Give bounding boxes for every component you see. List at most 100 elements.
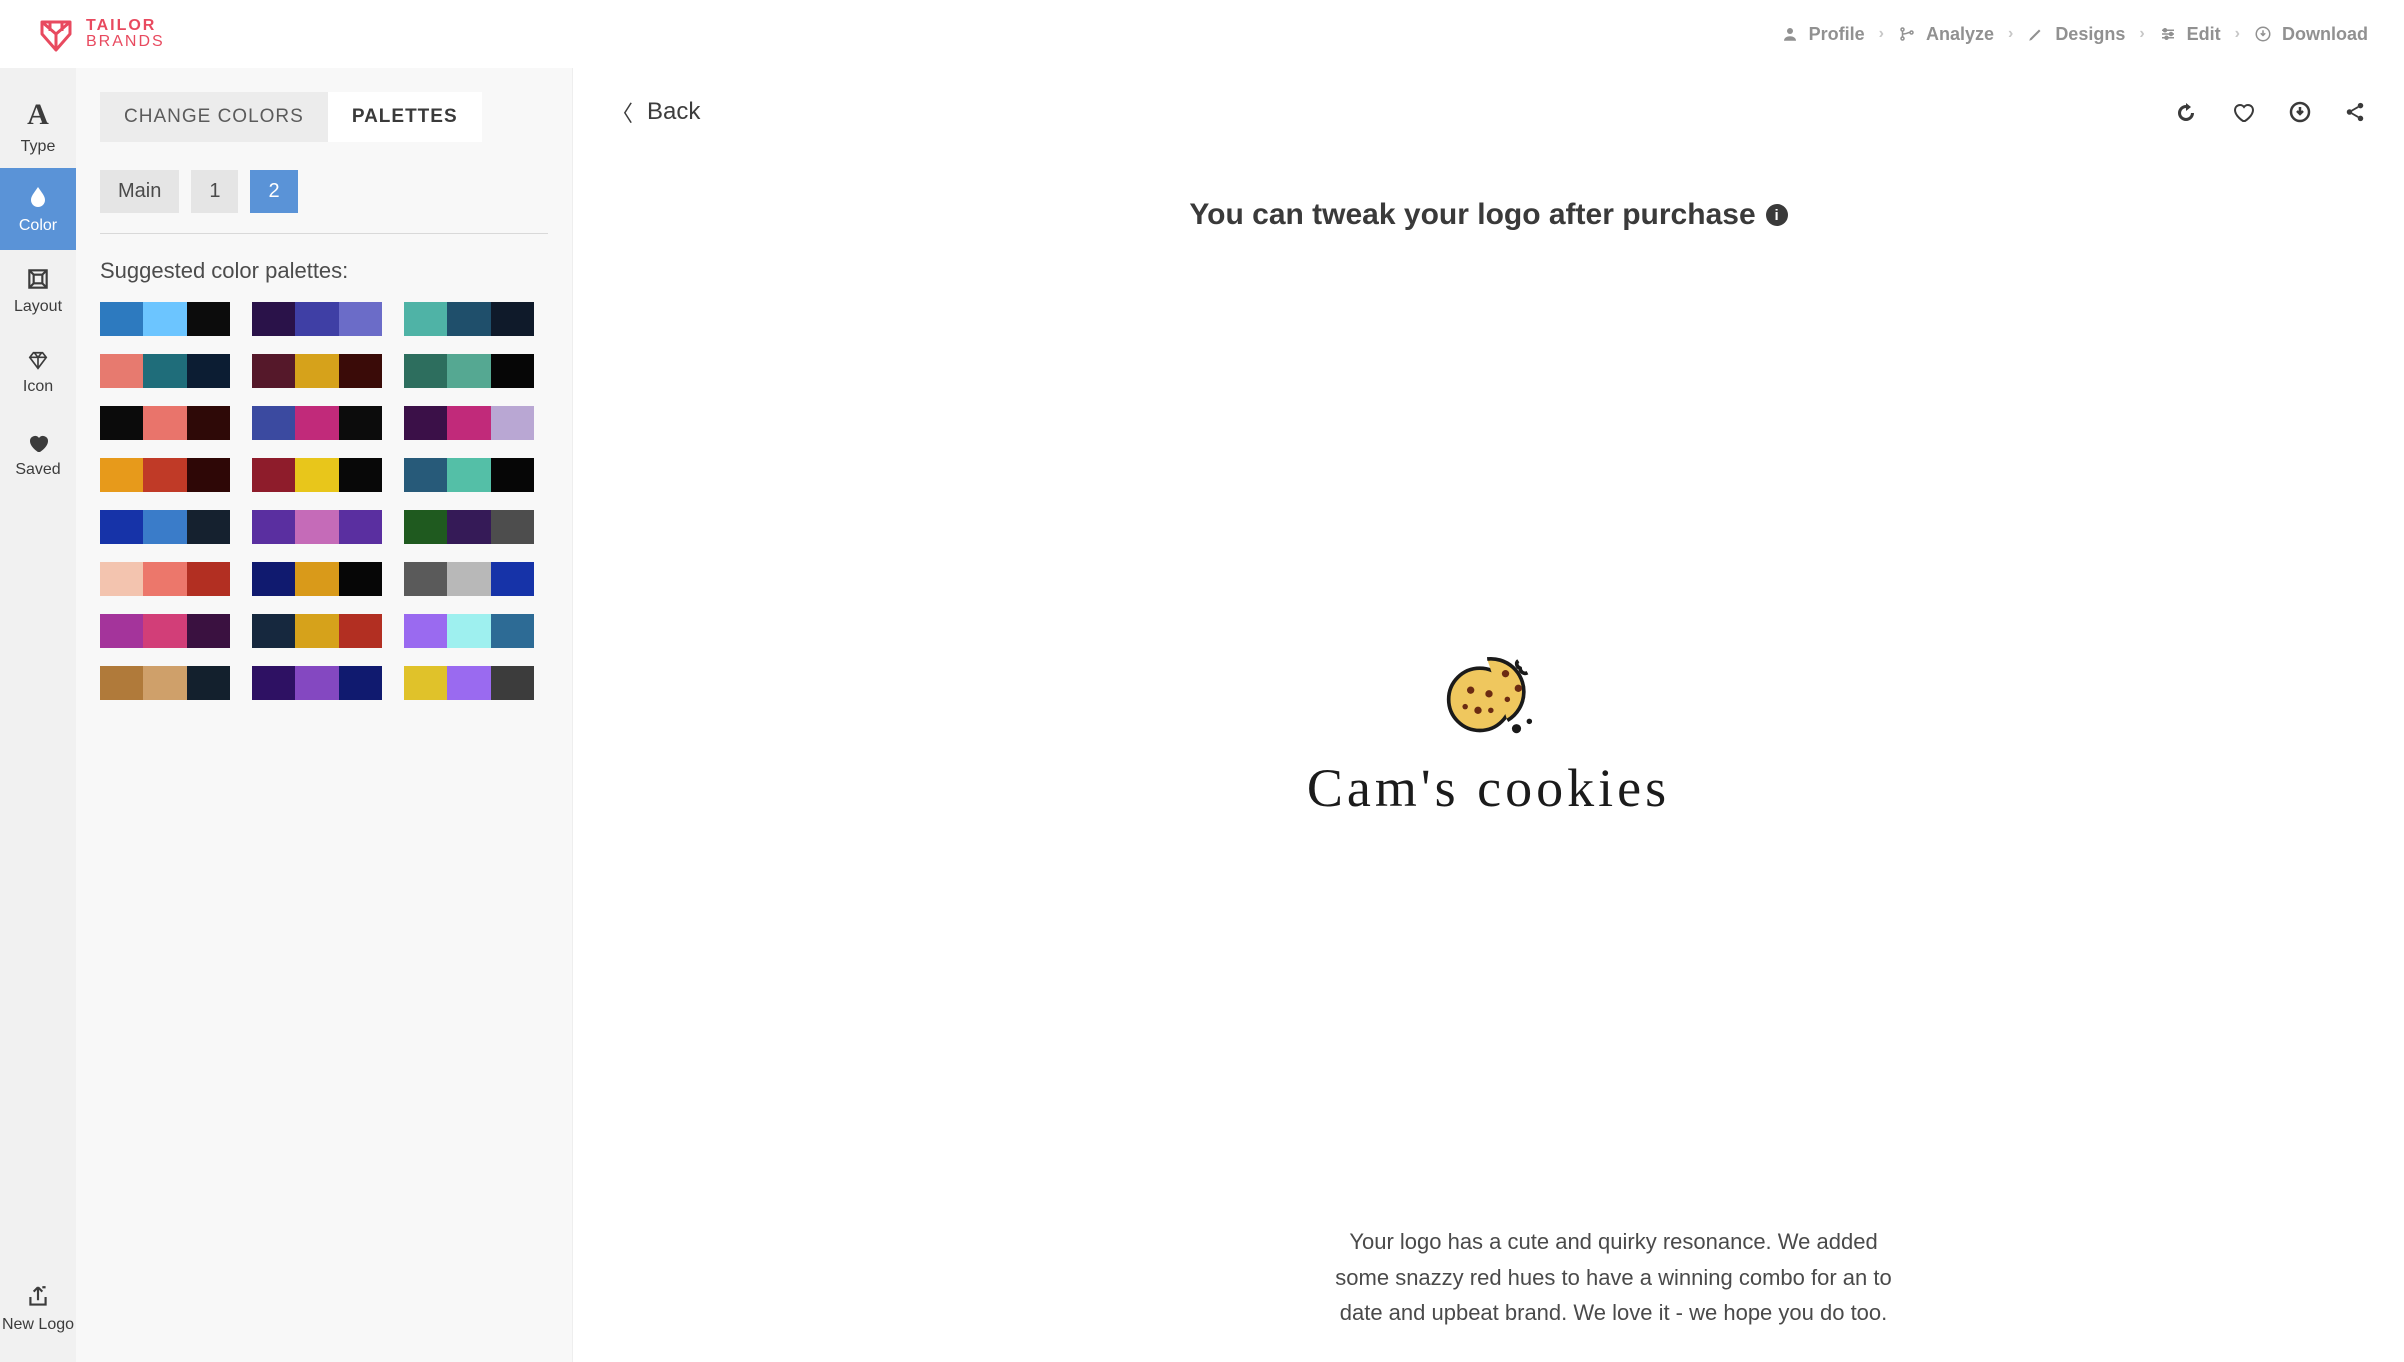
- rail-color[interactable]: Color: [0, 168, 76, 250]
- color-swatch: [187, 562, 230, 596]
- palette-swatch[interactable]: [404, 406, 534, 440]
- share-icon[interactable]: [2344, 101, 2366, 123]
- crumb-download[interactable]: Download: [2254, 24, 2368, 45]
- color-swatch: [491, 406, 534, 440]
- crumb-label: Designs: [2055, 24, 2125, 45]
- palette-swatch[interactable]: [404, 302, 534, 336]
- rail-label: Icon: [23, 378, 53, 396]
- color-swatch: [100, 302, 143, 336]
- color-swatch: [447, 666, 490, 700]
- palette-swatch[interactable]: [252, 562, 382, 596]
- logo-description: Your logo has a cute and quirky resonanc…: [1334, 1224, 1894, 1330]
- heart-icon: [25, 431, 51, 455]
- rail-label: Color: [19, 217, 57, 235]
- rail-label: Type: [21, 138, 56, 156]
- color-swatch: [295, 458, 338, 492]
- palette-swatch[interactable]: [252, 510, 382, 544]
- color-swatch: [339, 302, 382, 336]
- color-swatch: [404, 406, 447, 440]
- palette-swatch[interactable]: [252, 458, 382, 492]
- back-label: Back: [647, 98, 700, 126]
- color-swatch: [491, 666, 534, 700]
- rail-type[interactable]: A Type: [0, 86, 76, 168]
- drop-icon: [26, 183, 50, 211]
- palette-swatch[interactable]: [252, 406, 382, 440]
- crumb-designs[interactable]: Designs: [2027, 24, 2125, 45]
- palette-swatch[interactable]: [404, 458, 534, 492]
- palette-swatch[interactable]: [100, 302, 230, 336]
- rail-new-logo[interactable]: New Logo: [0, 1268, 76, 1350]
- color-swatch: [187, 354, 230, 388]
- chevron-right-icon: ›: [2139, 25, 2144, 43]
- headline-text: You can tweak your logo after purchase: [1189, 198, 1755, 232]
- palette-swatch[interactable]: [252, 302, 382, 336]
- palette-swatch[interactable]: [404, 510, 534, 544]
- preview-actions: [2174, 100, 2366, 124]
- palette-swatch[interactable]: [100, 666, 230, 700]
- brand-logo[interactable]: TAILOR BRANDS: [36, 14, 165, 54]
- palette-target-chips: Main 1 2: [100, 170, 548, 213]
- color-swatch: [187, 614, 230, 648]
- chip-main[interactable]: Main: [100, 170, 179, 213]
- palette-swatch[interactable]: [100, 510, 230, 544]
- color-swatch: [187, 406, 230, 440]
- suggested-title: Suggested color palettes:: [100, 258, 548, 284]
- crumb-edit[interactable]: Edit: [2159, 24, 2221, 45]
- preview-pane: 〈 Back You can tweak your logo after pur…: [573, 68, 2404, 1362]
- color-swatch: [100, 458, 143, 492]
- color-swatch: [339, 458, 382, 492]
- download-icon[interactable]: [2288, 100, 2312, 124]
- rail-saved[interactable]: Saved: [0, 414, 76, 496]
- crumb-label: Profile: [1809, 24, 1865, 45]
- tab-change-colors[interactable]: CHANGE COLORS: [100, 92, 328, 142]
- color-swatch: [252, 510, 295, 544]
- color-swatch: [447, 302, 490, 336]
- color-swatch: [143, 614, 186, 648]
- chip-1[interactable]: 1: [191, 170, 238, 213]
- brand-line2: BRANDS: [86, 34, 165, 50]
- color-swatch: [404, 510, 447, 544]
- color-swatch: [491, 614, 534, 648]
- color-swatch: [295, 302, 338, 336]
- color-swatch: [404, 302, 447, 336]
- palette-swatch[interactable]: [404, 614, 534, 648]
- color-swatch: [252, 562, 295, 596]
- palette-swatch[interactable]: [404, 354, 534, 388]
- color-swatch: [447, 510, 490, 544]
- top-bar: TAILOR BRANDS Profile › Analyze › Design…: [0, 0, 2404, 68]
- chevron-right-icon: ›: [2008, 25, 2013, 43]
- chip-2[interactable]: 2: [250, 170, 297, 213]
- heart-outline-icon[interactable]: [2230, 100, 2256, 124]
- palette-swatch[interactable]: [252, 666, 382, 700]
- palette-swatch[interactable]: [252, 614, 382, 648]
- color-swatch: [252, 458, 295, 492]
- color-swatch: [187, 510, 230, 544]
- crumb-analyze[interactable]: Analyze: [1898, 24, 1994, 45]
- palette-swatch[interactable]: [100, 562, 230, 596]
- color-swatch: [491, 510, 534, 544]
- color-swatch: [491, 354, 534, 388]
- palette-swatch[interactable]: [404, 562, 534, 596]
- color-swatch: [100, 406, 143, 440]
- layout-icon: [25, 266, 51, 292]
- palette-swatch[interactable]: [252, 354, 382, 388]
- crumb-label: Edit: [2187, 24, 2221, 45]
- color-swatch: [404, 666, 447, 700]
- color-swatch: [295, 406, 338, 440]
- palette-swatch[interactable]: [100, 406, 230, 440]
- crumb-label: Analyze: [1926, 24, 1994, 45]
- undo-icon[interactable]: [2174, 100, 2198, 124]
- back-button[interactable]: 〈 Back: [611, 96, 700, 128]
- rail-layout[interactable]: Layout: [0, 250, 76, 332]
- palette-swatch[interactable]: [100, 458, 230, 492]
- crumb-profile[interactable]: Profile: [1781, 24, 1865, 45]
- palette-swatch[interactable]: [100, 614, 230, 648]
- info-icon[interactable]: i: [1766, 204, 1788, 226]
- palette-swatch[interactable]: [100, 354, 230, 388]
- color-swatch: [339, 666, 382, 700]
- tab-palettes[interactable]: PALETTES: [328, 92, 482, 142]
- rail-icon[interactable]: Icon: [0, 332, 76, 414]
- palette-swatch[interactable]: [404, 666, 534, 700]
- chevron-right-icon: ›: [2235, 25, 2240, 43]
- color-swatch: [295, 354, 338, 388]
